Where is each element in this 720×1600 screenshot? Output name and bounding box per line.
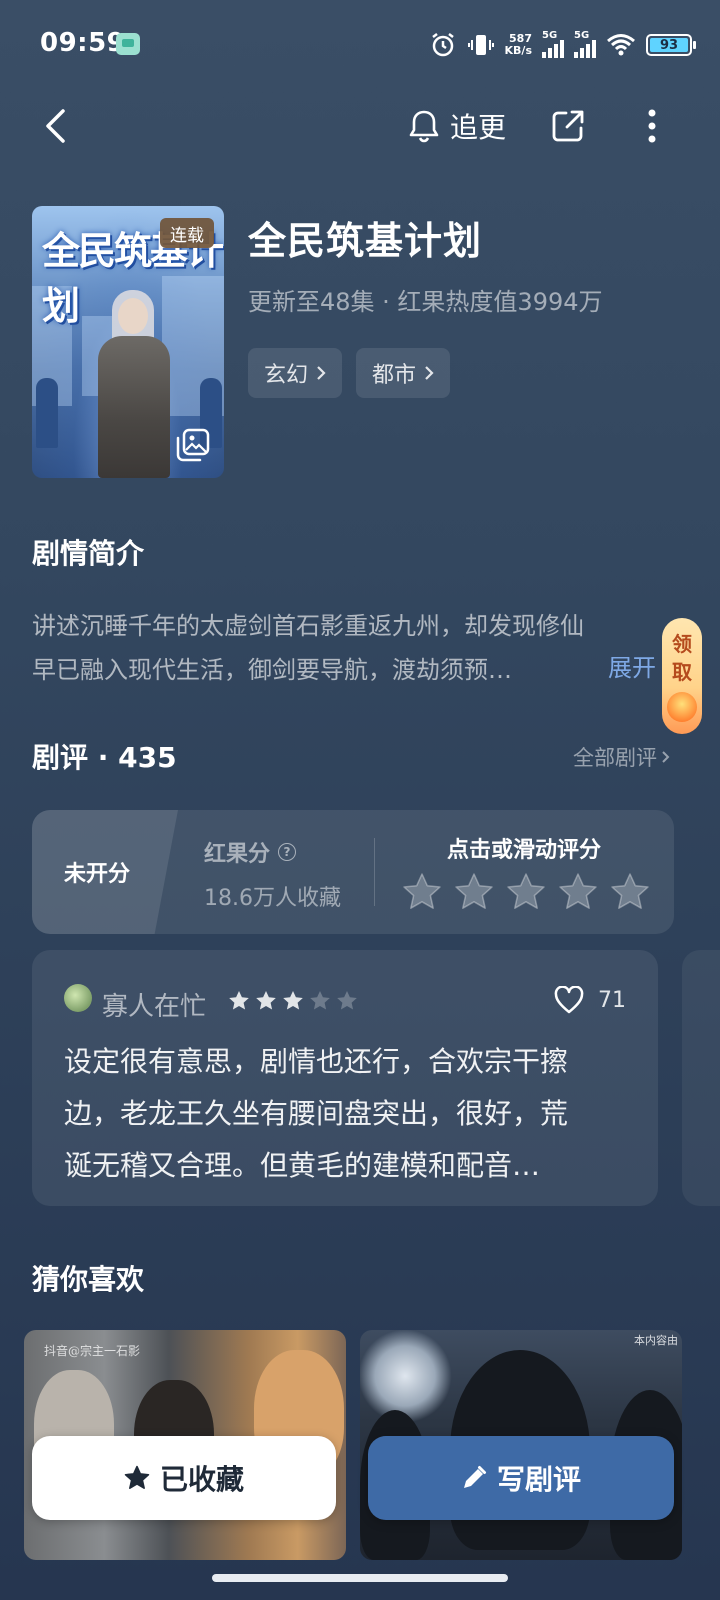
rate-star-row[interactable] — [402, 872, 650, 912]
battery-indicator: 93 — [646, 34, 696, 56]
synopsis-text: 讲述沉睡千年的太虚剑首石影重返九州，却发现修仙 早已融入现代生活，御剑要导航，渡… — [32, 604, 664, 692]
gift-bag-icon — [667, 692, 697, 722]
all-reviews-label: 全部剧评 — [573, 746, 657, 770]
review-star-rating — [228, 990, 358, 1012]
star-icon[interactable] — [454, 872, 494, 912]
tag-urban[interactable]: 都市 — [356, 348, 451, 398]
help-circle-icon[interactable]: ? — [278, 843, 297, 861]
synopsis-line-2: 早已融入现代生活，御剑要导航，渡劫须预… — [32, 656, 512, 684]
net-speed: 587 KB/s — [505, 33, 532, 57]
reviewer-name[interactable]: 寡人在忙 — [102, 986, 206, 1023]
serializing-badge: 连载 — [160, 218, 214, 248]
hongguo-score-label: 红果分 ? — [204, 836, 297, 868]
rate-prompt: 点击或滑动评分 — [446, 838, 601, 863]
collected-button[interactable]: 已收藏 — [32, 1436, 336, 1520]
star-icon — [124, 1465, 150, 1489]
review-text: 设定很有意思，剧情也还行，合欢宗干擦 边，老龙王久坐有腰间盘突出，很好，荒 诞无… — [64, 1036, 634, 1192]
star-icon[interactable] — [558, 872, 598, 912]
alarm-icon — [429, 31, 457, 59]
gallery-icon[interactable] — [176, 428, 210, 462]
sim2-network-type: 5G — [574, 30, 590, 41]
reward-char-1: 领 — [672, 632, 692, 656]
avatar[interactable] — [64, 984, 92, 1012]
reward-claim-button[interactable]: 领 取 — [662, 618, 702, 734]
star-icon — [283, 991, 303, 1010]
status-time: 09:59 — [40, 28, 126, 58]
share-button[interactable] — [548, 102, 588, 150]
next-review-card-peek[interactable] — [682, 950, 720, 1206]
more-vertical-icon — [648, 109, 656, 143]
rating-card: 未开分 红果分 ? 18.6万人收藏 点击或滑动评分 — [32, 810, 674, 934]
divider — [374, 838, 375, 906]
star-icon — [256, 991, 276, 1010]
review-card[interactable]: 寡人在忙 71 设定很有意思，剧情也还行，合欢宗干擦 边，老龙王久坐有腰间盘突出… — [32, 950, 658, 1206]
score-status: 未开分 — [64, 862, 131, 887]
recommend-watermark: 本内容由 — [634, 1334, 678, 1347]
collect-count: 18.6万人收藏 — [204, 886, 341, 911]
star-icon — [337, 991, 357, 1010]
star-icon[interactable] — [506, 872, 546, 912]
synopsis-heading: 剧情简介 — [32, 537, 145, 570]
review-line-1: 设定很有意思，剧情也还行，合欢宗干擦 — [64, 1045, 569, 1078]
chevron-right-icon — [662, 751, 670, 763]
top-nav: 追更 — [0, 96, 720, 156]
like-count: 71 — [598, 987, 626, 1013]
review-line-3: 诞无稽又合理。但黄毛的建模和配音… — [64, 1149, 541, 1182]
tag-label: 都市 — [372, 363, 417, 388]
review-line-2: 边，老龙王久坐有腰间盘突出，很好，荒 — [64, 1097, 569, 1130]
write-review-label: 写剧评 — [496, 1463, 581, 1496]
collected-label: 已收藏 — [159, 1463, 244, 1496]
follow-updates-button[interactable]: 追更 — [408, 100, 506, 152]
notification-app-icon — [116, 33, 140, 55]
home-indicator[interactable] — [212, 1574, 508, 1582]
signal-icon-2: 5G — [574, 30, 596, 58]
all-reviews-link[interactable]: 全部剧评 — [573, 742, 670, 772]
write-review-button[interactable]: 写剧评 — [368, 1436, 674, 1520]
star-icon — [229, 991, 249, 1010]
drama-title: 全民筑基计划 — [248, 219, 483, 263]
score-block: 未开分 — [32, 810, 178, 934]
reward-char-2: 取 — [672, 660, 692, 684]
recommend-watermark: 抖音@宗主一石影 — [44, 1344, 141, 1358]
recommend-heading: 猜你喜欢 — [32, 1263, 145, 1296]
expand-synopsis-button[interactable]: 展开 — [608, 648, 656, 683]
score-label-text: 红果分 — [204, 842, 271, 867]
synopsis-line-1: 讲述沉睡千年的太虚剑首石影重返九州，却发现修仙 — [32, 612, 584, 640]
drama-meta: 更新至48集 · 红果热度值3994万 — [248, 288, 603, 316]
pencil-icon — [463, 1466, 486, 1488]
net-speed-unit: KB/s — [504, 44, 532, 57]
tag-label: 玄幻 — [264, 363, 309, 388]
follow-label: 追更 — [450, 111, 507, 144]
tag-fantasy[interactable]: 玄幻 — [248, 348, 343, 398]
star-icon[interactable] — [402, 872, 442, 912]
heart-icon — [554, 986, 584, 1014]
chevron-right-icon — [317, 366, 326, 380]
share-icon — [552, 110, 584, 142]
more-options-button[interactable] — [638, 102, 666, 150]
status-bar: 09:59 587 KB/s 5G 5G 93 — [0, 0, 720, 90]
genre-tags: 玄幻 都市 — [248, 348, 451, 398]
sim1-network-type: 5G — [542, 30, 558, 41]
reviews-heading: 剧评 · 435 — [32, 741, 177, 774]
chevron-right-icon — [425, 366, 434, 380]
like-button[interactable]: 71 — [554, 986, 626, 1014]
back-button[interactable] — [36, 102, 76, 150]
star-icon[interactable] — [610, 872, 650, 912]
back-arrow-icon — [46, 109, 65, 143]
status-icons: 587 KB/s 5G 5G 93 — [429, 28, 696, 62]
star-icon — [310, 991, 330, 1010]
signal-icon: 5G — [542, 30, 564, 58]
wifi-icon — [606, 32, 636, 58]
bell-icon — [409, 110, 439, 143]
battery-level: 93 — [650, 38, 688, 53]
vibrate-icon — [467, 31, 495, 59]
